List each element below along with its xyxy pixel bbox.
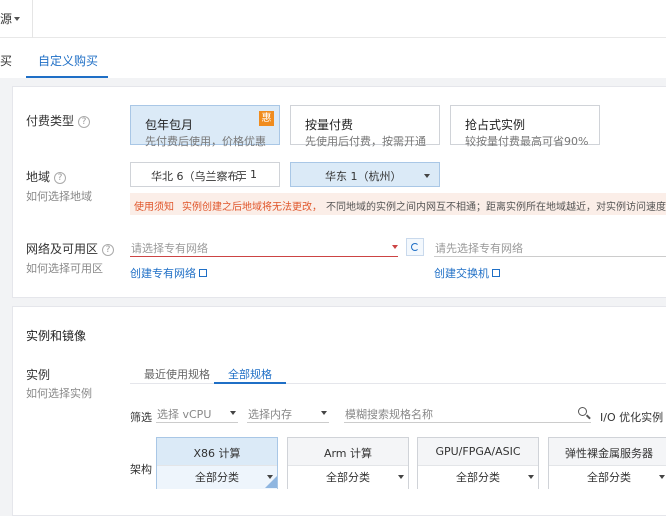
billing-option-payg[interactable]: 按量付费 先使用后付费，按需开通 bbox=[290, 105, 440, 148]
vpc-select[interactable]: 请选择专有网络 bbox=[130, 239, 398, 257]
region-label: 地域? bbox=[26, 168, 67, 185]
spec-tabs: 最近使用规格 全部规格 bbox=[130, 359, 666, 384]
create-vswitch-link[interactable]: 创建交换机 bbox=[434, 265, 500, 281]
chevron-down-icon bbox=[398, 475, 404, 479]
memory-select-placeholder: 选择内存 bbox=[248, 408, 292, 421]
arch-category-select[interactable]: 全部分类 bbox=[418, 465, 538, 489]
tab-quick-buy-label: 买 bbox=[0, 54, 13, 68]
selected-corner-icon bbox=[265, 476, 277, 488]
instance-help-link[interactable]: 如何选择实例 bbox=[26, 385, 92, 401]
region-option-label: 华东 1（杭州） bbox=[325, 170, 402, 183]
vcpu-select[interactable]: 选择 vCPU bbox=[156, 405, 238, 423]
option-desc: 先付费后使用，价格优惠 bbox=[145, 135, 266, 148]
instance-card: 实例和镜像 实例 如何选择实例 最近使用规格 全部规格 筛选 选择 vCPU 选… bbox=[12, 306, 666, 516]
top-bar: 源 bbox=[0, 0, 666, 38]
arch-name: GPU/FPGA/ASIC bbox=[435, 445, 521, 458]
list-icon-mid bbox=[237, 174, 246, 175]
arch-bare-metal[interactable]: 弹性裸金属服务器 全部分类 bbox=[548, 437, 666, 489]
spec-search-input[interactable]: 模糊搜索规格名称 bbox=[344, 405, 591, 423]
arch-x86[interactable]: X86 计算 全部分类 bbox=[156, 437, 278, 489]
region-switcher-label: 源 bbox=[0, 12, 13, 26]
create-vswitch-link-text: 创建交换机 bbox=[434, 267, 489, 280]
create-vpc-link-text: 创建专有网络 bbox=[130, 267, 196, 280]
zone-help-link[interactable]: 如何选择可用区 bbox=[26, 260, 103, 276]
refresh-button[interactable] bbox=[406, 238, 424, 256]
arch-name: 弹性裸金属服务器 bbox=[565, 447, 653, 460]
search-icon-handle bbox=[586, 414, 591, 420]
billing-option-subscription[interactable]: 包年包月 先付费后使用，价格优惠 惠 bbox=[130, 105, 280, 148]
tab-all-specs[interactable]: 全部规格 bbox=[214, 359, 286, 384]
arch-category-label: 全部分类 bbox=[587, 471, 631, 484]
arch-category-select[interactable]: 全部分类 bbox=[157, 465, 277, 489]
instance-label: 实例 bbox=[26, 368, 51, 382]
arch-category-label: 全部分类 bbox=[456, 471, 500, 484]
arch-label: 架构 bbox=[130, 463, 152, 476]
notice-gray-text: 不同地域的实例之间内网互不相通；距离实例所在地域越近，对实例访问速度越快 bbox=[326, 202, 666, 213]
arch-category-select[interactable]: 全部分类 bbox=[549, 465, 666, 489]
chevron-down-icon bbox=[230, 411, 236, 415]
option-title: 按量付费 bbox=[305, 118, 354, 132]
arch-gpu-fpga-asic[interactable]: GPU/FPGA/ASIC 全部分类 bbox=[417, 437, 539, 489]
memory-select[interactable]: 选择内存 bbox=[247, 405, 329, 423]
arch-category-label: 全部分类 bbox=[326, 471, 370, 484]
external-link-icon bbox=[492, 269, 500, 277]
region-help-link[interactable]: 如何选择地域 bbox=[26, 188, 92, 204]
chevron-down-icon bbox=[659, 475, 665, 479]
arch-name: Arm 计算 bbox=[323, 447, 373, 460]
arch-category-label: 全部分类 bbox=[195, 471, 239, 484]
region-label-text: 地域 bbox=[26, 170, 51, 184]
tab-custom-buy[interactable]: 自定义购买 bbox=[26, 38, 108, 78]
option-title: 包年包月 bbox=[145, 118, 194, 132]
billing-label: 付费类型? bbox=[26, 112, 91, 129]
tab-recent-specs[interactable]: 最近使用规格 bbox=[144, 366, 210, 382]
option-title: 抢占式实例 bbox=[465, 118, 526, 132]
arch-name: X86 计算 bbox=[193, 447, 241, 460]
billing-option-preemptible[interactable]: 抢占式实例 较按量付费最高可省90% bbox=[450, 105, 600, 148]
tab-custom-buy-label: 自定义购买 bbox=[38, 54, 99, 68]
section-title: 实例和镜像 bbox=[26, 329, 87, 343]
filter-label: 筛选 bbox=[130, 411, 152, 424]
notice-red-text: 实例创建之后地域将无法更改， bbox=[182, 202, 322, 213]
chevron-down-icon bbox=[424, 174, 430, 178]
network-label-text: 网络及可用区 bbox=[26, 242, 99, 256]
region-count: 1 bbox=[250, 168, 257, 181]
billing-label-text: 付费类型 bbox=[26, 114, 75, 128]
purchase-tabs: 买 自定义购买 bbox=[0, 38, 666, 78]
region-option-huabei6[interactable]: 华北 6（乌兰察布） 1 bbox=[130, 162, 280, 187]
external-link-icon bbox=[199, 269, 207, 277]
chevron-down-icon bbox=[528, 475, 534, 479]
option-desc: 较按量付费最高可省90% bbox=[465, 135, 589, 148]
chevron-down-icon bbox=[14, 17, 20, 21]
vpc-select-placeholder: 请选择专有网络 bbox=[131, 242, 208, 255]
basic-config-card: 付费类型? 包年包月 先付费后使用，价格优惠 惠 按量付费 先使用后付费，按需开… bbox=[12, 86, 666, 298]
help-icon[interactable]: ? bbox=[102, 244, 115, 256]
spec-search-placeholder: 模糊搜索规格名称 bbox=[345, 408, 433, 421]
divider bbox=[32, 0, 33, 38]
region-notice: 使用须知 实例创建之后地域将无法更改， 不同地域的实例之间内网互不相通；距离实例… bbox=[130, 193, 666, 215]
network-label: 网络及可用区? bbox=[26, 240, 115, 257]
discount-badge: 惠 bbox=[259, 111, 274, 126]
vswitch-select[interactable]: 请先选择专有网络 bbox=[434, 239, 666, 257]
region-option-huadong1[interactable]: 华东 1（杭州） bbox=[290, 162, 440, 187]
io-optimized-label: I/O 优化实例 bbox=[600, 411, 664, 424]
create-vpc-link[interactable]: 创建专有网络 bbox=[130, 265, 207, 281]
help-icon[interactable]: ? bbox=[54, 172, 67, 184]
tab-quick-buy[interactable]: 买 bbox=[0, 52, 12, 69]
chevron-down-icon bbox=[321, 411, 327, 415]
vcpu-select-placeholder: 选择 vCPU bbox=[157, 408, 212, 421]
region-switcher[interactable]: 源 bbox=[0, 10, 32, 28]
notice-tag: 使用须知 bbox=[134, 202, 174, 213]
arch-arm[interactable]: Arm 计算 全部分类 bbox=[287, 437, 409, 489]
help-icon[interactable]: ? bbox=[78, 116, 91, 128]
vswitch-select-placeholder: 请先选择专有网络 bbox=[435, 242, 523, 255]
option-desc: 先使用后付费，按需开通 bbox=[305, 135, 426, 148]
arch-category-select[interactable]: 全部分类 bbox=[288, 465, 408, 489]
refresh-icon bbox=[411, 243, 419, 251]
list-icon bbox=[237, 171, 246, 179]
chevron-down-icon bbox=[392, 245, 398, 249]
region-option-label: 华北 6（乌兰察布） bbox=[151, 170, 250, 183]
